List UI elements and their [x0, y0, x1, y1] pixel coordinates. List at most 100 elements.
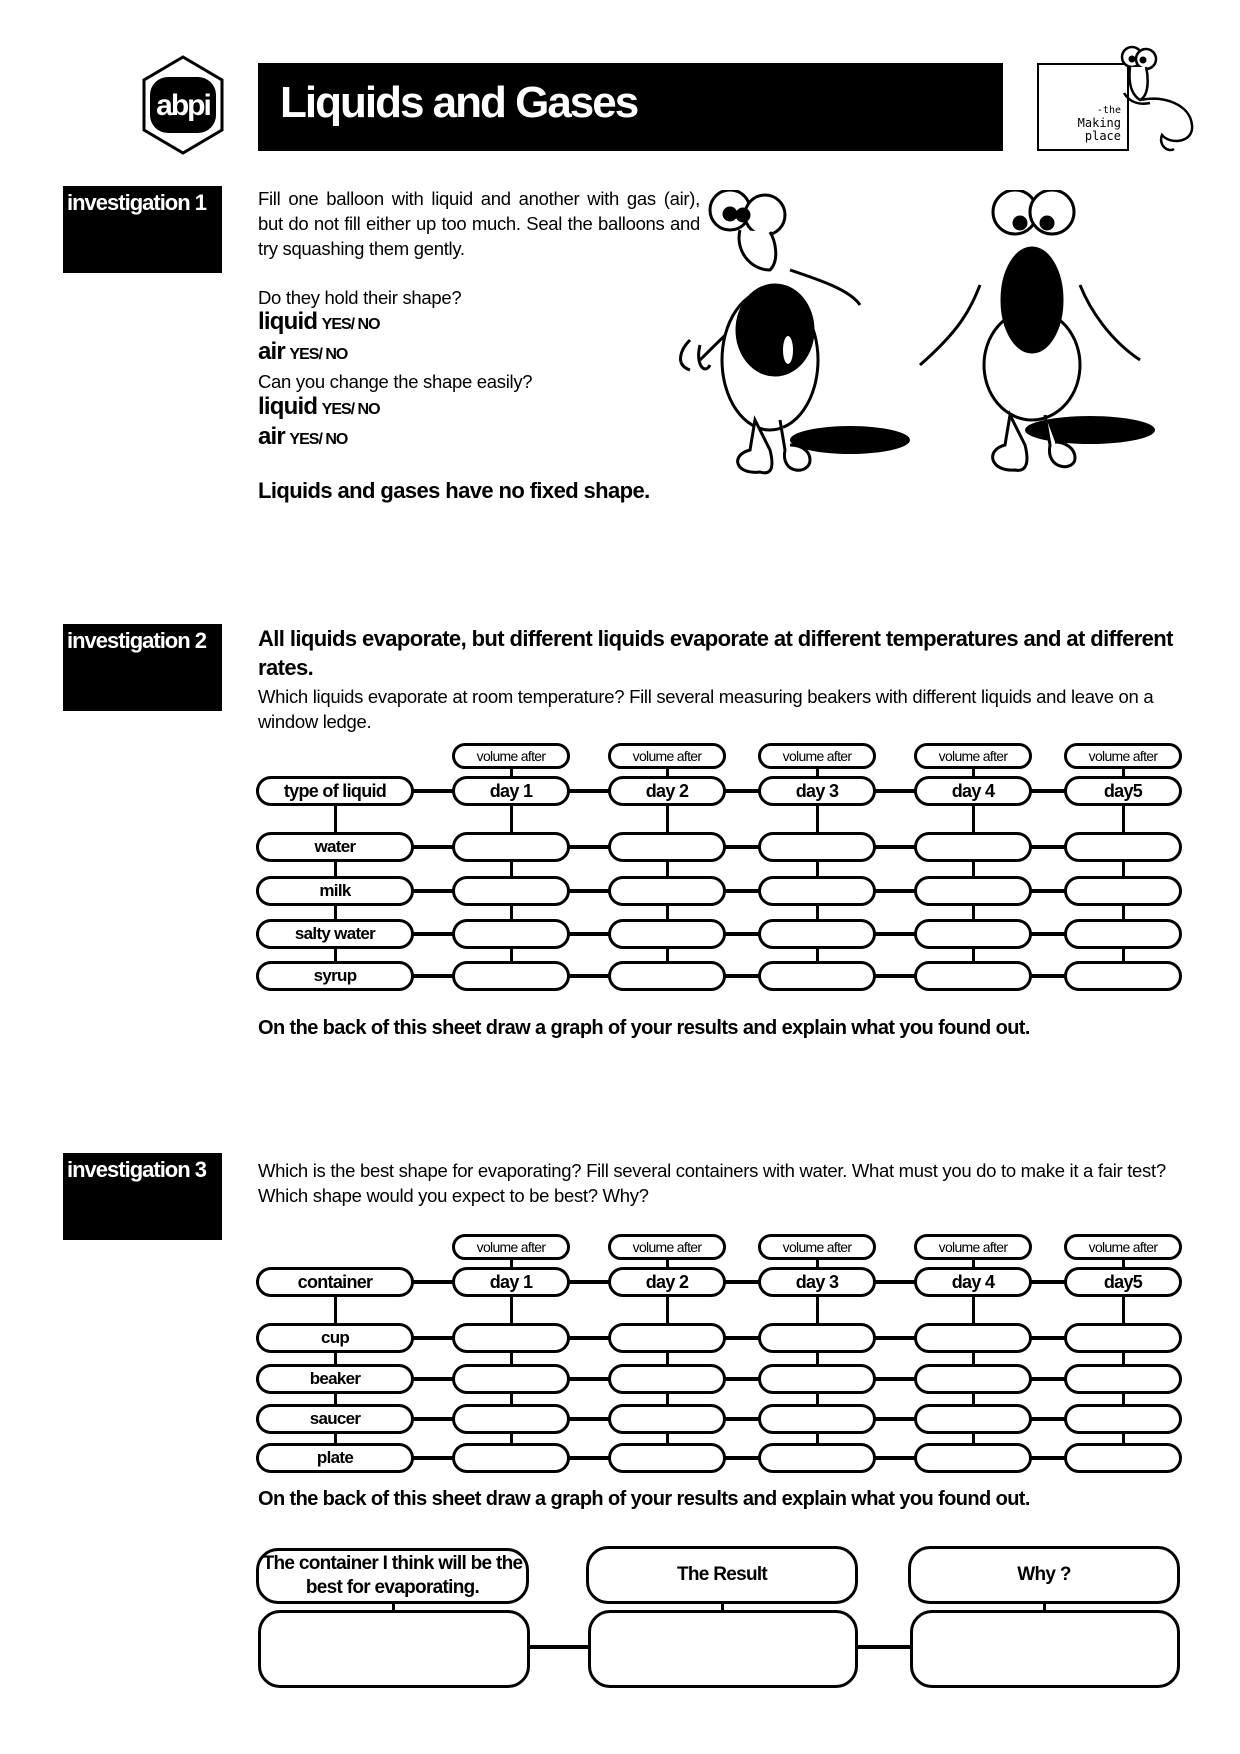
inv2-table-entry-cell[interactable]: [758, 832, 876, 862]
inv3-table-row-label: cup: [256, 1323, 414, 1353]
page-title: Liquids and Gases: [280, 78, 639, 127]
inv3-table-corner-header: container: [256, 1267, 414, 1297]
investigation-3-intro: Which is the best shape for evaporating?…: [258, 1160, 1166, 1206]
inv2-table-entry-cell[interactable]: [608, 876, 726, 906]
inv2-table-entry-cell[interactable]: [452, 961, 570, 991]
inv2-table-day-header: day 3: [758, 776, 876, 806]
inv3-table-volume-after-label: volume after: [914, 1234, 1032, 1260]
inv3-table-entry-cell[interactable]: [608, 1323, 726, 1353]
inv3-table-entry-cell[interactable]: [608, 1404, 726, 1434]
inv2-table-entry-cell[interactable]: [758, 919, 876, 949]
inv2-table-entry-cell[interactable]: [1064, 832, 1182, 862]
inv2-table-entry-cell[interactable]: [452, 876, 570, 906]
inv3-table-entry-cell[interactable]: [758, 1364, 876, 1394]
inv3-table-entry-cell[interactable]: [452, 1364, 570, 1394]
inv2-table-volume-after-label: volume after: [758, 743, 876, 769]
inv2-table-entry-cell[interactable]: [1064, 961, 1182, 991]
answer-row: liquid YES/ NO: [258, 393, 381, 421]
yes-no-choice[interactable]: YES/ NO: [322, 401, 381, 418]
answer-label: liquid: [258, 393, 318, 420]
inv2-table-row-label: syrup: [256, 961, 414, 991]
inv3-table-entry-cell[interactable]: [1064, 1364, 1182, 1394]
character-right-icon: [919, 190, 1155, 472]
inv2-table-entry-cell[interactable]: [914, 832, 1032, 862]
question-hold-shape: Do they hold their shape?: [258, 287, 462, 308]
character-left-icon: [679, 190, 910, 475]
inv2-table-day-header: day 1: [452, 776, 570, 806]
inv3-table-volume-after-label: volume after: [758, 1234, 876, 1260]
inv2-table-volume-after-label: volume after: [608, 743, 726, 769]
inv2-table-entry-cell[interactable]: [758, 876, 876, 906]
inv3-table-entry-cell[interactable]: [452, 1404, 570, 1434]
inv3-table-volume-after-label: volume after: [608, 1234, 726, 1260]
inv3-table-entry-cell[interactable]: [914, 1364, 1032, 1394]
yes-no-choice[interactable]: YES/ NO: [289, 431, 348, 448]
inv2-table-entry-cell[interactable]: [608, 919, 726, 949]
result-answer-box[interactable]: [588, 1610, 858, 1688]
investigation-1-label: investigation 1: [63, 186, 222, 273]
investigation-3-footer: On the back of this sheet draw a graph o…: [258, 1488, 1030, 1510]
inv3-table-entry-cell[interactable]: [1064, 1443, 1182, 1473]
inv2-table-entry-cell[interactable]: [608, 832, 726, 862]
answer-row: air YES/ NO: [258, 423, 348, 451]
inv3-table-row-label: saucer: [256, 1404, 414, 1434]
yes-no-choice[interactable]: YES/ NO: [289, 346, 348, 363]
investigation-2-intro: Which liquids evaporate at room temperat…: [258, 686, 1154, 732]
inv2-table-entry-cell[interactable]: [914, 876, 1032, 906]
inv3-table-day-header: day5: [1064, 1267, 1182, 1297]
inv3-table-entry-cell[interactable]: [608, 1364, 726, 1394]
inv3-table-day-header: day 3: [758, 1267, 876, 1297]
inv3-table-day-header: day 4: [914, 1267, 1032, 1297]
inv2-table-row-label: milk: [256, 876, 414, 906]
inv2-table-entry-cell[interactable]: [608, 961, 726, 991]
inv2-table-entry-cell[interactable]: [758, 961, 876, 991]
inv2-table-volume-after-label: volume after: [914, 743, 1032, 769]
inv3-table-entry-cell[interactable]: [1064, 1404, 1182, 1434]
result-label-box: The Result: [586, 1546, 858, 1604]
answer-label: air: [258, 423, 286, 450]
answer-label: liquid: [258, 308, 318, 335]
inv3-table-row-label: beaker: [256, 1364, 414, 1394]
inv2-table-entry-cell[interactable]: [452, 919, 570, 949]
inv2-table-row-label: water: [256, 832, 414, 862]
answer-row: air YES/ NO: [258, 338, 348, 366]
inv3-table-entry-cell[interactable]: [758, 1404, 876, 1434]
balloon-characters-illustration: [679, 190, 1155, 475]
answer-label: air: [258, 338, 286, 365]
prediction-answer-box[interactable]: [258, 1610, 530, 1688]
question-change-shape: Can you change the shape easily?: [258, 371, 533, 392]
inv3-table-entry-cell[interactable]: [914, 1443, 1032, 1473]
abpi-logo: abpi: [142, 55, 224, 155]
inv2-table-entry-cell[interactable]: [1064, 876, 1182, 906]
inv3-table-entry-cell[interactable]: [452, 1323, 570, 1353]
inv3-table-entry-cell[interactable]: [914, 1404, 1032, 1434]
inv2-table-day-header: day 2: [608, 776, 726, 806]
inv2-table-entry-cell[interactable]: [914, 961, 1032, 991]
inv3-table-entry-cell[interactable]: [452, 1443, 570, 1473]
inv3-table-row-label: plate: [256, 1443, 414, 1473]
inv3-table-entry-cell[interactable]: [1064, 1323, 1182, 1353]
inv3-table-volume-after-label: volume after: [1064, 1234, 1182, 1260]
investigation-2-footer: On the back of this sheet draw a graph o…: [258, 1017, 1030, 1039]
answer-row: liquid YES/ NO: [258, 308, 381, 336]
inv3-table-entry-cell[interactable]: [914, 1323, 1032, 1353]
inv3-table-entry-cell[interactable]: [758, 1323, 876, 1353]
inv3-table-entry-cell[interactable]: [758, 1443, 876, 1473]
inv2-table-entry-cell[interactable]: [1064, 919, 1182, 949]
inv2-table-corner-header: type of liquid: [256, 776, 414, 806]
svg-text:abpi: abpi: [156, 89, 210, 122]
investigation-3-label: investigation 3: [63, 1153, 222, 1240]
connector-line: [856, 1645, 912, 1649]
yes-no-choice[interactable]: YES/ NO: [322, 316, 381, 333]
inv2-table-entry-cell[interactable]: [452, 832, 570, 862]
inv2-table-row-label: salty water: [256, 919, 414, 949]
why-label-box: Why ?: [908, 1546, 1180, 1604]
inv2-table-entry-cell[interactable]: [914, 919, 1032, 949]
investigation-2-label: investigation 2: [63, 624, 222, 711]
why-answer-box[interactable]: [910, 1610, 1180, 1688]
inv3-table-day-header: day 2: [608, 1267, 726, 1297]
inv3-table-entry-cell[interactable]: [608, 1443, 726, 1473]
inv2-table-day-header: day 4: [914, 776, 1032, 806]
inv3-table-volume-after-label: volume after: [452, 1234, 570, 1260]
investigation-2-headline: All liquids evaporate, but different liq…: [258, 626, 1173, 680]
